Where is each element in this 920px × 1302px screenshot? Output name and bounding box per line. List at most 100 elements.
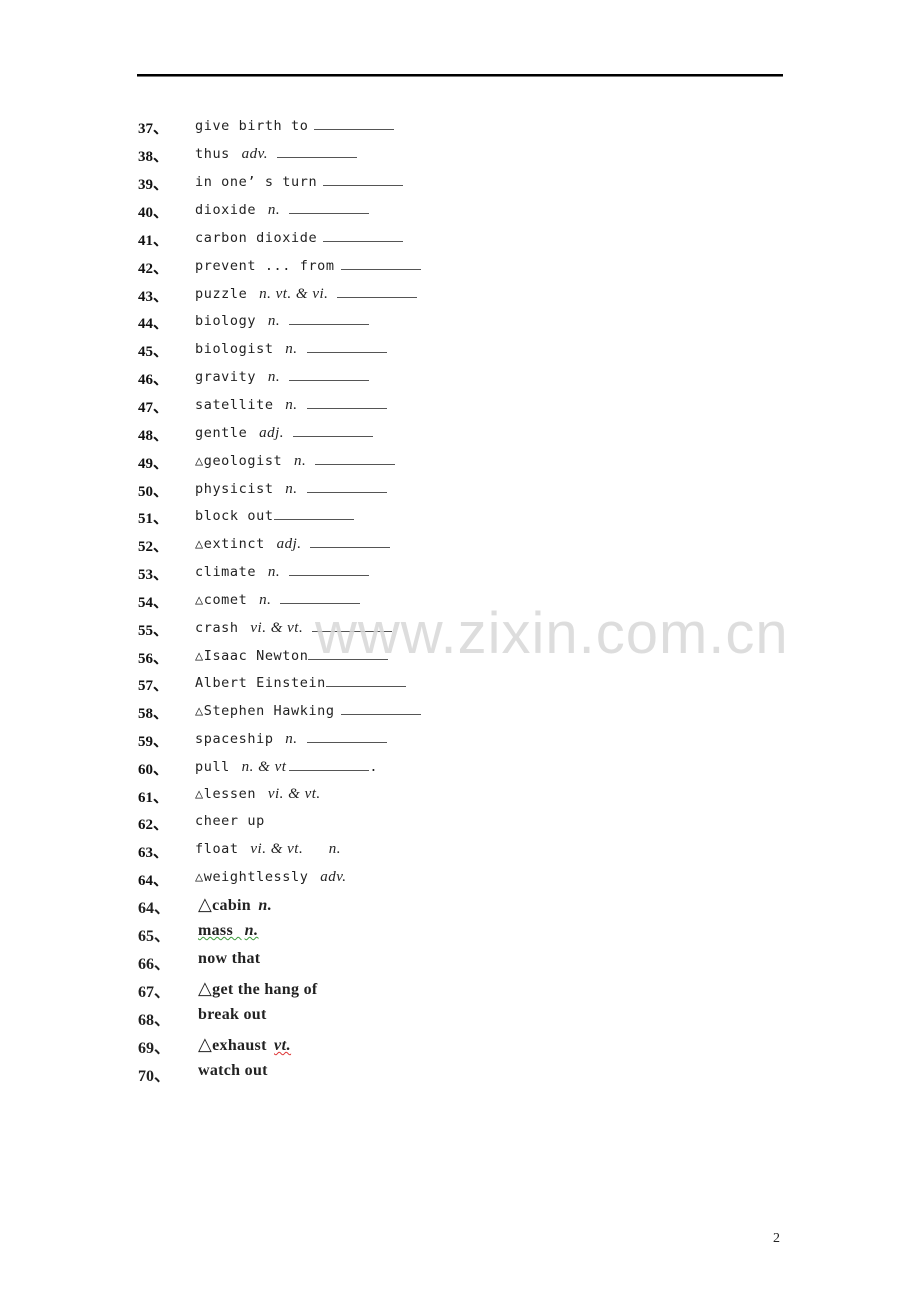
answer-blank[interactable] bbox=[293, 424, 374, 437]
item-term: dioxide n. bbox=[195, 201, 370, 219]
triangle-marker-icon: △ bbox=[198, 1034, 213, 1055]
item-term: physicist n. bbox=[195, 480, 387, 498]
item-term: △get the hang of bbox=[198, 978, 318, 999]
part-of-speech: vi. & vt. n. bbox=[250, 841, 341, 857]
answer-blank[interactable] bbox=[312, 619, 393, 632]
item-number: 44、 bbox=[138, 316, 169, 332]
answer-blank[interactable] bbox=[340, 702, 421, 715]
item-term: Albert Einstein bbox=[195, 674, 406, 691]
part-of-speech: vt. bbox=[274, 1037, 292, 1054]
item-term: gravity n. bbox=[195, 368, 370, 386]
item-number: 61、 bbox=[138, 790, 169, 806]
part-of-speech: n. bbox=[267, 202, 281, 218]
answer-blank[interactable] bbox=[306, 730, 387, 743]
item-number: 69、 bbox=[138, 1040, 171, 1057]
item-number: 45、 bbox=[138, 344, 169, 360]
item-number: 68、 bbox=[138, 1012, 171, 1029]
item-term: in one’ s turn bbox=[195, 173, 404, 190]
item-term: △lessen vi. & vt. bbox=[195, 786, 321, 802]
item-term: △exhaust vt. bbox=[198, 1034, 292, 1055]
item-term: △comet n. bbox=[195, 591, 361, 609]
item-number: 38、 bbox=[138, 149, 169, 165]
answer-blank[interactable] bbox=[314, 117, 395, 130]
item-number: 41、 bbox=[138, 233, 169, 249]
answer-blank[interactable] bbox=[315, 452, 396, 465]
answer-blank[interactable] bbox=[289, 563, 370, 576]
part-of-speech: n. bbox=[285, 397, 298, 413]
part-of-speech: n. bbox=[285, 341, 298, 357]
answer-blank[interactable] bbox=[323, 173, 404, 186]
answer-blank[interactable] bbox=[289, 201, 370, 214]
item-term: gentle adj. bbox=[195, 424, 374, 442]
item-term: △Isaac Newton bbox=[195, 647, 389, 664]
answer-blank[interactable] bbox=[306, 480, 387, 493]
part-of-speech: n. vt. & vi. bbox=[259, 286, 329, 302]
answer-blank[interactable] bbox=[276, 145, 357, 158]
answer-blank[interactable] bbox=[273, 507, 354, 520]
part-of-speech: adj. bbox=[276, 536, 302, 552]
part-of-speech: n. bbox=[285, 481, 298, 497]
part-of-speech: n. bbox=[244, 922, 259, 939]
item-number: 49、 bbox=[138, 456, 169, 472]
item-term: △Stephen Hawking bbox=[195, 702, 421, 719]
item-number: 48、 bbox=[138, 428, 169, 444]
answer-blank[interactable] bbox=[337, 285, 418, 298]
item-number: 54、 bbox=[138, 595, 169, 611]
triangle-marker-icon: △ bbox=[198, 894, 213, 915]
part-of-speech: vi. & vt. bbox=[250, 620, 304, 636]
page-number: 2 bbox=[773, 1231, 780, 1246]
item-number: 58、 bbox=[138, 706, 169, 722]
part-of-speech: n. bbox=[267, 369, 281, 385]
document-page: 37、 give birth to 38、 thus adv. 39、 in o… bbox=[0, 0, 920, 1302]
item-number: 55、 bbox=[138, 623, 169, 639]
item-term: block out bbox=[195, 507, 354, 524]
part-of-speech: adv. bbox=[241, 146, 268, 162]
item-term: float vi. & vt. n. bbox=[195, 841, 341, 857]
item-term: biology n. bbox=[195, 312, 370, 330]
part-of-speech: adj. bbox=[259, 425, 285, 441]
answer-blank[interactable] bbox=[323, 229, 404, 242]
item-term: satellite n. bbox=[195, 396, 387, 414]
item-term: △geologist n. bbox=[195, 452, 396, 470]
answer-blank[interactable] bbox=[289, 758, 370, 771]
item-term: cheer up bbox=[195, 813, 265, 829]
item-term: pull n. & vt. bbox=[195, 758, 379, 775]
header-rule bbox=[137, 74, 783, 77]
part-of-speech: vi. & vt. bbox=[267, 786, 321, 802]
answer-blank[interactable] bbox=[289, 312, 370, 325]
part-of-speech: n. bbox=[294, 453, 307, 469]
item-number: 57、 bbox=[138, 678, 169, 694]
item-term: △cabin n. bbox=[198, 894, 273, 915]
item-term: mass n. bbox=[198, 922, 259, 939]
item-term: puzzle n. vt. & vi. bbox=[195, 285, 418, 303]
item-number: 46、 bbox=[138, 372, 169, 388]
part-of-speech: adv. bbox=[320, 869, 347, 885]
item-number: 56、 bbox=[138, 651, 169, 667]
item-term: now that bbox=[198, 950, 261, 967]
item-number: 47、 bbox=[138, 400, 169, 416]
item-number: 42、 bbox=[138, 261, 169, 277]
item-number: 40、 bbox=[138, 205, 169, 221]
answer-blank[interactable] bbox=[306, 340, 387, 353]
item-number: 37、 bbox=[138, 121, 169, 137]
part-of-speech: n. bbox=[259, 592, 272, 608]
item-number: 65、 bbox=[138, 928, 171, 945]
item-term: carbon dioxide bbox=[195, 229, 404, 246]
item-number: 50、 bbox=[138, 484, 169, 500]
item-number: 60、 bbox=[138, 762, 169, 778]
part-of-speech: n. & vt bbox=[241, 759, 287, 775]
answer-blank[interactable] bbox=[340, 257, 421, 270]
item-number: 43、 bbox=[138, 289, 169, 305]
answer-blank[interactable] bbox=[289, 368, 370, 381]
answer-blank[interactable] bbox=[310, 535, 391, 548]
item-number: 66、 bbox=[138, 956, 171, 973]
answer-blank[interactable] bbox=[325, 674, 406, 687]
answer-blank[interactable] bbox=[280, 591, 361, 604]
part-of-speech: n. bbox=[267, 313, 281, 329]
item-number: 63、 bbox=[138, 845, 169, 861]
answer-blank[interactable] bbox=[306, 396, 387, 409]
item-number: 70、 bbox=[138, 1068, 171, 1085]
answer-blank[interactable] bbox=[308, 647, 389, 660]
item-term: watch out bbox=[198, 1062, 268, 1079]
item-number: 64、 bbox=[138, 900, 171, 917]
